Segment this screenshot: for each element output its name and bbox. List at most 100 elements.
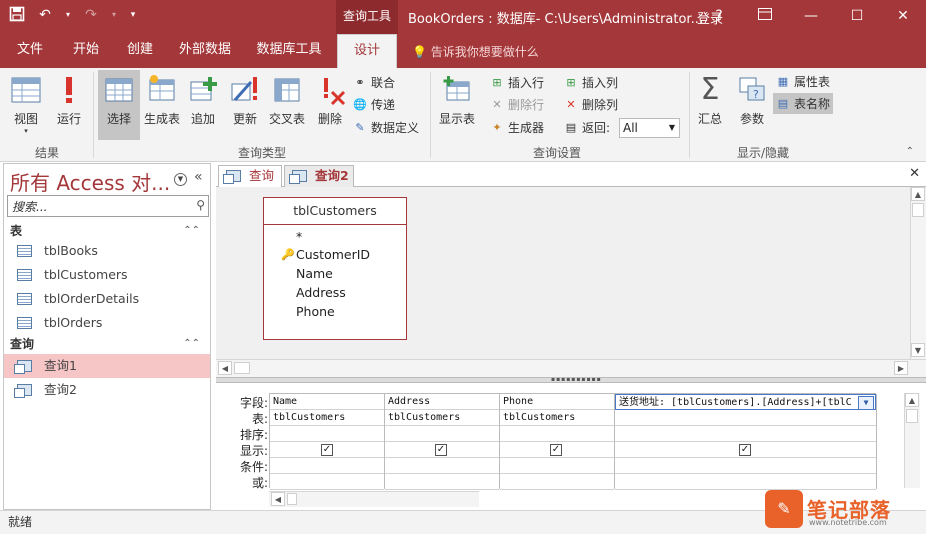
collapse-section-icon[interactable]: ⌃⌃ — [183, 334, 200, 354]
collapse-ribbon-icon[interactable]: ⌃ — [906, 146, 914, 157]
nav-item-query2[interactable]: 查询2 — [4, 378, 210, 402]
close-icon[interactable]: ✕ — [880, 0, 926, 32]
splitter-grip[interactable]: ▪▪▪▪▪▪▪▪▪▪ — [551, 377, 601, 383]
union-button[interactable]: ⚭ 联合 — [353, 74, 395, 91]
tab-design[interactable]: 设计 — [337, 34, 397, 68]
nav-item-tblorderdetails[interactable]: tblOrderDetails — [4, 287, 210, 311]
grid-cell-sort[interactable] — [385, 426, 499, 442]
grid-cell-field[interactable]: Phone — [500, 394, 614, 410]
minimize-icon[interactable]: — — [788, 0, 834, 32]
scroll-up-icon[interactable]: ▲ — [905, 393, 919, 407]
scroll-thumb[interactable] — [906, 409, 918, 423]
show-checkbox[interactable]: ✓ — [739, 444, 751, 456]
undo-icon[interactable]: ↶ — [36, 6, 54, 24]
grid-cell-or[interactable] — [500, 474, 614, 490]
scroll-thumb[interactable] — [912, 203, 924, 217]
doc-tab-query2[interactable]: 查询2 — [284, 165, 354, 187]
grid-cell-criteria[interactable] — [500, 458, 614, 474]
scroll-left-icon[interactable]: ◀ — [271, 492, 285, 506]
grid-cell-criteria[interactable] — [615, 458, 876, 474]
grid-cell-table[interactable]: tblCustomers — [270, 410, 384, 426]
save-icon[interactable] — [8, 6, 26, 24]
nav-item-query1[interactable]: 查询1 — [4, 354, 210, 378]
view-button[interactable]: 视图 ▾ — [6, 74, 46, 135]
scroll-right-icon[interactable]: ▶ — [894, 361, 908, 375]
grid-cell-or[interactable] — [385, 474, 499, 490]
insert-rows-button[interactable]: ⊞ 插入行 — [490, 74, 544, 91]
show-checkbox[interactable]: ✓ — [321, 444, 333, 456]
scroll-down-icon[interactable]: ▼ — [911, 343, 925, 357]
scroll-thumb[interactable] — [287, 493, 297, 505]
grid-cell-sort[interactable] — [615, 426, 876, 442]
append-button[interactable]: 追加 — [186, 74, 220, 132]
show-checkbox[interactable]: ✓ — [435, 444, 447, 456]
show-checkbox[interactable]: ✓ — [550, 444, 562, 456]
upper-horizontal-scrollbar[interactable]: ◀ ▶ — [216, 359, 926, 377]
scroll-thumb[interactable] — [234, 362, 250, 374]
scroll-left-icon[interactable]: ◀ — [218, 361, 232, 375]
grid-cell-table[interactable]: tblCustomers — [500, 410, 614, 426]
field-list-item[interactable]: Name — [296, 266, 333, 281]
grid-vertical-scrollbar[interactable]: ▲ — [904, 393, 920, 488]
grid-cell-field-active[interactable]: 送货地址: [tblCustomers].[Address]+[tblC ▼ — [615, 394, 876, 410]
redo-icon[interactable]: ↷ — [82, 6, 100, 24]
nav-section-tables[interactable]: 表 ⌃⌃ — [4, 221, 210, 241]
update-button[interactable]: 更新 — [228, 74, 262, 132]
pass-through-button[interactable]: 🌐 传递 — [353, 96, 395, 113]
property-sheet-button[interactable]: ▦ 属性表 — [776, 73, 830, 90]
grid-cell-criteria[interactable] — [270, 458, 384, 474]
crosstab-button[interactable]: 交叉表 — [268, 74, 306, 132]
make-table-button[interactable]: 生成表 — [142, 74, 182, 132]
nav-search-input[interactable]: 搜索... ⚲ — [7, 195, 209, 217]
grid-cell-table[interactable]: tblCustomers — [385, 410, 499, 426]
field-list-title[interactable]: tblCustomers — [264, 198, 406, 225]
search-icon[interactable]: ⚲ — [196, 198, 205, 212]
table-names-button[interactable]: ▤ 表名称 — [773, 93, 834, 114]
field-list-item[interactable]: * — [296, 229, 302, 244]
ribbon-display-options-icon[interactable] — [742, 0, 788, 32]
delete-query-button[interactable]: 删除 — [314, 74, 346, 132]
tab-home[interactable]: 开始 — [64, 34, 108, 68]
collapse-section-icon[interactable]: ⌃⌃ — [183, 221, 200, 241]
chevron-down-icon[interactable]: ▾ — [64, 6, 72, 24]
nav-item-tblbooks[interactable]: tblBooks — [4, 239, 210, 263]
tab-database-tools[interactable]: 数据库工具 — [250, 34, 328, 68]
customize-qat-icon[interactable]: ▾ — [128, 6, 138, 24]
grid-cell-sort[interactable] — [500, 426, 614, 442]
grid-cell-or[interactable] — [270, 474, 384, 490]
select-query-button[interactable]: 选择 — [98, 70, 140, 140]
tab-external-data[interactable]: 外部数据 — [172, 34, 238, 68]
grid-cell-field[interactable]: Address — [385, 394, 499, 410]
nav-item-tblcustomers[interactable]: tblCustomers — [4, 263, 210, 287]
close-document-icon[interactable]: ✕ — [909, 166, 920, 181]
data-definition-button[interactable]: ✎ 数据定义 — [353, 119, 419, 136]
help-button[interactable]: ? — [696, 0, 742, 32]
scroll-up-icon[interactable]: ▲ — [911, 187, 925, 201]
chevron-down-icon[interactable]: ▼ — [174, 173, 187, 186]
grid-cell-sort[interactable] — [270, 426, 384, 442]
nav-item-tblorders[interactable]: tblOrders — [4, 311, 210, 335]
totals-button[interactable]: Σ 汇总 — [693, 74, 727, 132]
tab-file[interactable]: 文件 — [8, 34, 52, 68]
nav-pane-title[interactable]: 所有 Access 对... — [10, 167, 170, 196]
tab-create[interactable]: 创建 — [118, 34, 162, 68]
builder-button[interactable]: ✦ 生成器 — [490, 119, 544, 136]
insert-columns-button[interactable]: ⊞ 插入列 — [564, 74, 618, 91]
grid-cell-table[interactable] — [615, 410, 876, 426]
field-list-item-customerid[interactable]: 🔑 CustomerID — [281, 247, 370, 262]
chevron-down-icon[interactable]: ▼ — [858, 396, 874, 409]
chevron-down-icon[interactable]: ▾ — [110, 6, 118, 24]
field-list-item[interactable]: Address — [296, 285, 346, 300]
nav-section-queries[interactable]: 查询 ⌃⌃ — [4, 334, 210, 354]
doc-tab-query1[interactable]: 查询1 — [218, 165, 282, 203]
run-button[interactable]: 运行 — [52, 74, 86, 132]
upper-vertical-scrollbar[interactable]: ▲ ▼ — [910, 187, 926, 359]
double-chevron-left-icon[interactable]: « — [194, 169, 203, 185]
grid-horizontal-scrollbar[interactable]: ◀ — [269, 491, 479, 507]
return-dropdown[interactable]: All ▼ — [619, 118, 680, 138]
tell-me-box[interactable]: 💡 告诉我你想要做什么 — [412, 43, 539, 60]
grid-cell-criteria[interactable] — [385, 458, 499, 474]
delete-columns-button[interactable]: ✕ 删除列 — [564, 96, 618, 113]
maximize-icon[interactable]: ☐ — [834, 0, 880, 32]
delete-rows-button[interactable]: ✕ 删除行 — [490, 96, 544, 113]
